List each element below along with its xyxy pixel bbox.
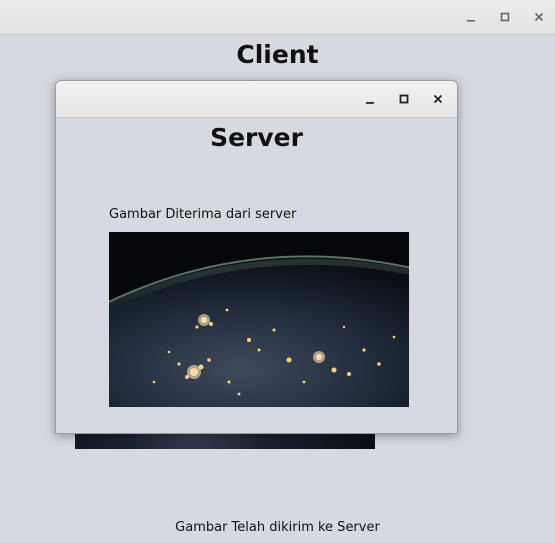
received-image-label: Gambar Diterima dari server	[109, 207, 297, 222]
close-icon[interactable]	[529, 0, 549, 34]
client-titlebar[interactable]	[0, 0, 555, 35]
server-titlebar[interactable]	[56, 81, 457, 118]
maximize-icon[interactable]	[495, 0, 515, 34]
minimize-icon[interactable]	[461, 0, 481, 34]
maximize-icon[interactable]	[394, 81, 414, 117]
server-title: Server	[210, 123, 303, 152]
received-image	[109, 232, 409, 407]
server-window[interactable]: Server Gambar Diterima dari server	[55, 80, 458, 434]
client-title: Client	[236, 40, 319, 69]
minimize-icon[interactable]	[360, 81, 380, 117]
close-icon[interactable]	[428, 81, 448, 117]
status-text: Gambar Telah dikirim ke Server	[175, 520, 380, 535]
